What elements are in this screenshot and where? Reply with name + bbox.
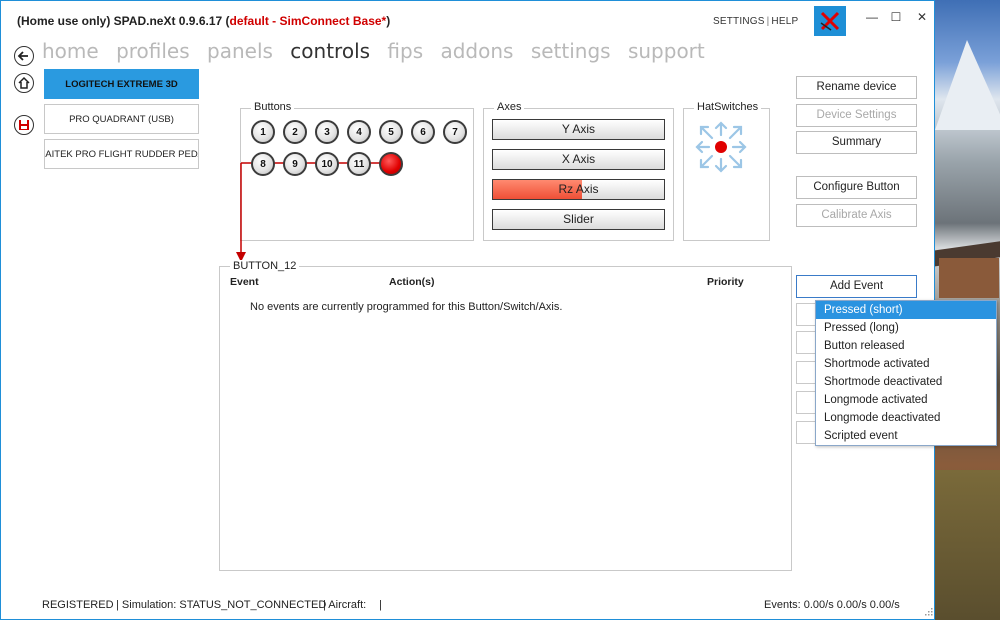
hidden-button-2 <box>796 331 816 354</box>
registration-status: REGISTERED <box>42 599 114 611</box>
resize-grip-icon[interactable] <box>923 606 933 616</box>
device-settings-button[interactable]: Device Settings <box>796 104 917 127</box>
rename-device-button[interactable]: Rename device <box>796 76 917 99</box>
summary-button[interactable]: Summary <box>796 131 917 154</box>
calibrate-axis-button[interactable]: Calibrate Axis <box>796 204 917 227</box>
status-bar: REGISTERED | Simulation: STATUS_NOT_CONN… <box>1 595 934 617</box>
menu-addons[interactable]: addons <box>440 39 513 63</box>
home-icon[interactable] <box>14 73 34 93</box>
save-icon[interactable] <box>14 115 34 135</box>
spad-logo-icon <box>814 6 846 36</box>
joystick-button-11[interactable]: 11 <box>347 152 371 176</box>
joystick-button-3[interactable]: 3 <box>315 120 339 144</box>
hidden-button-1 <box>796 303 816 326</box>
joystick-button-7[interactable]: 7 <box>443 120 467 144</box>
axis-slider[interactable]: Slider <box>492 209 665 230</box>
hidden-button-5 <box>796 421 816 444</box>
back-icon[interactable] <box>14 46 34 66</box>
column-event: Event <box>230 276 259 288</box>
configure-button[interactable]: Configure Button <box>796 176 917 199</box>
menu-fips[interactable]: fips <box>387 39 423 63</box>
window-title: (Home use only) SPAD.neXt 0.9.6.17 (defa… <box>17 14 391 28</box>
maximize-button[interactable]: ☐ <box>887 10 905 24</box>
column-priority: Priority <box>707 276 744 288</box>
menu-support[interactable]: support <box>628 39 705 63</box>
empty-events-message: No events are currently programmed for t… <box>250 301 563 313</box>
joystick-button-2[interactable]: 2 <box>283 120 307 144</box>
event-option-pressed-long[interactable]: Pressed (long) <box>816 319 996 337</box>
help-link[interactable]: HELP <box>771 16 798 27</box>
menu-settings[interactable]: settings <box>531 39 611 63</box>
aircraft-status: | Aircraft: <box>323 599 367 611</box>
close-button[interactable]: ✕ <box>913 10 931 24</box>
buttons-group-label: Buttons <box>251 101 295 113</box>
hatswitches-group-label: HatSwitches <box>694 101 762 113</box>
aircraft-separator: | <box>379 599 382 611</box>
add-event-dropdown: Pressed (short) Pressed (long) Button re… <box>815 300 997 446</box>
menu-panels[interactable]: panels <box>207 39 273 63</box>
device-pro-quadrant[interactable]: PRO QUADRANT (USB) <box>44 104 199 134</box>
joystick-button-12-selected[interactable] <box>379 152 403 176</box>
joystick-button-5[interactable]: 5 <box>379 120 403 144</box>
app-window: (Home use only) SPAD.neXt 0.9.6.17 (defa… <box>0 0 935 620</box>
event-option-longmode-activated[interactable]: Longmode activated <box>816 391 996 409</box>
axis-rz[interactable]: Rz Axis <box>492 179 665 200</box>
axis-x[interactable]: X Axis <box>492 149 665 170</box>
axis-y[interactable]: Y Axis <box>492 119 665 140</box>
event-option-shortmode-activated[interactable]: Shortmode activated <box>816 355 996 373</box>
hidden-button-4 <box>796 391 816 414</box>
column-actions: Action(s) <box>389 276 435 288</box>
events-panel-label: BUTTON_12 <box>230 260 300 272</box>
title-links: SETTINGS | HELP <box>713 16 799 27</box>
joystick-button-10[interactable]: 10 <box>315 152 339 176</box>
menu-home[interactable]: home <box>42 39 99 63</box>
main-menu: home profiles panels controls fips addon… <box>42 39 716 63</box>
event-option-button-released[interactable]: Button released <box>816 337 996 355</box>
add-event-button[interactable]: Add Event <box>796 275 917 298</box>
hat-switch-icon[interactable] <box>693 119 749 175</box>
joystick-button-9[interactable]: 9 <box>283 152 307 176</box>
minimize-button[interactable]: — <box>863 10 881 24</box>
joystick-button-4[interactable]: 4 <box>347 120 371 144</box>
simulation-status: | Simulation: STATUS_NOT_CONNECTED <box>116 599 327 611</box>
settings-link[interactable]: SETTINGS <box>713 16 765 27</box>
menu-profiles[interactable]: profiles <box>116 39 190 63</box>
event-option-pressed-short[interactable]: Pressed (short) <box>816 301 996 319</box>
title-bar: (Home use only) SPAD.neXt 0.9.6.17 (defa… <box>1 1 934 37</box>
menu-controls[interactable]: controls <box>290 39 370 63</box>
event-option-shortmode-deactivated[interactable]: Shortmode deactivated <box>816 373 996 391</box>
axes-group-label: Axes <box>494 101 525 113</box>
joystick-button-1[interactable]: 1 <box>251 120 275 144</box>
joystick-button-8[interactable]: 8 <box>251 152 275 176</box>
profile-name: default - SimConnect Base* <box>229 14 387 28</box>
joystick-button-6[interactable]: 6 <box>411 120 435 144</box>
device-saitek-rudder-pedals[interactable]: SAITEK PRO FLIGHT RUDDER PEDA <box>44 139 199 169</box>
device-logitech-extreme-3d[interactable]: LOGITECH EXTREME 3D <box>44 69 199 99</box>
event-option-scripted-event[interactable]: Scripted event <box>816 427 996 445</box>
hidden-button-3 <box>796 361 816 384</box>
event-option-longmode-deactivated[interactable]: Longmode deactivated <box>816 409 996 427</box>
events-rate: Events: 0.00/s 0.00/s 0.00/s <box>764 599 900 611</box>
